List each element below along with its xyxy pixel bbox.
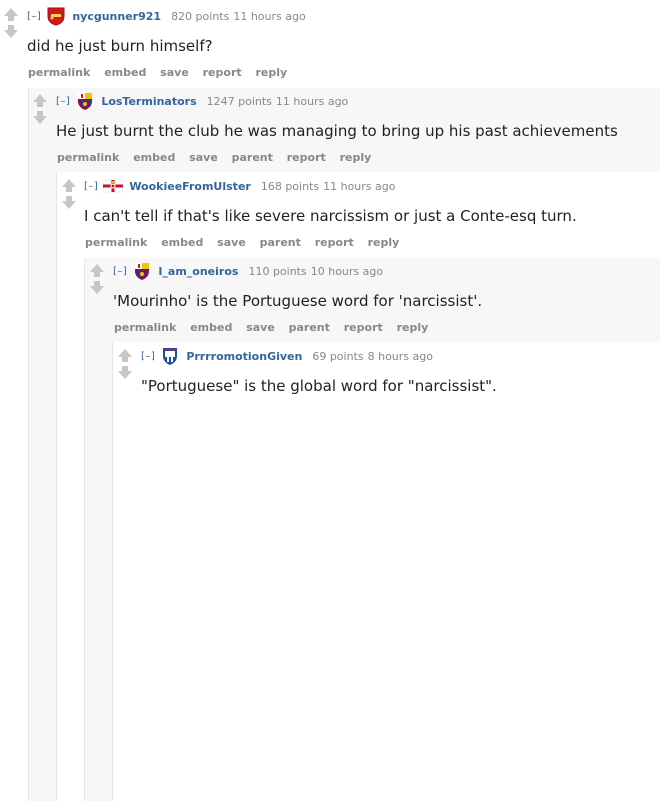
ipswich-crest-icon (163, 348, 178, 365)
timestamp: 10 hours ago (310, 264, 384, 278)
downvote-arrow-icon[interactable] (90, 281, 104, 294)
score: 820 points (171, 9, 230, 23)
comment-buttons: permalink embed save parent report reply (114, 321, 438, 334)
author-link[interactable]: PrrrromotionGiven (186, 350, 302, 363)
author-link[interactable]: nycgunner921 (72, 10, 161, 23)
comment-body: He just burnt the club he was managing t… (56, 122, 618, 140)
barcelona-crest-icon (78, 93, 93, 110)
upvote-arrow-icon[interactable] (90, 264, 104, 277)
comment-body: I can't tell if that's like severe narci… (84, 207, 577, 225)
score: 110 points (248, 264, 307, 278)
collapse-toggle[interactable]: [–] (141, 351, 155, 362)
save-button[interactable]: save (160, 66, 189, 79)
comment-body: "Portuguese" is the global word for "nar… (141, 377, 497, 395)
collapse-toggle[interactable]: [–] (56, 96, 70, 107)
save-button[interactable]: save (217, 236, 246, 249)
permalink-button[interactable]: permalink (57, 151, 119, 164)
upvote-arrow-icon[interactable] (4, 8, 18, 21)
upvote-arrow-icon[interactable] (33, 94, 47, 107)
score: 168 points (260, 179, 320, 193)
timestamp: 8 hours ago (367, 349, 433, 363)
save-button[interactable]: save (246, 321, 275, 334)
nest-level-4 (112, 342, 660, 801)
report-button[interactable]: report (287, 151, 326, 164)
report-button[interactable]: report (344, 321, 383, 334)
comment-buttons: permalink embed save parent report reply (85, 236, 409, 249)
collapse-toggle[interactable]: [–] (27, 11, 41, 22)
comment-body: did he just burn himself? (27, 37, 213, 55)
comment-tagline: [–] I_am_oneiros 110 points 10 hours ago (113, 261, 383, 281)
parent-button[interactable]: parent (289, 321, 330, 334)
comment-tagline: [–] nycgunner921 820 points 11 hours ago (27, 6, 306, 26)
score: 69 points (312, 349, 364, 363)
embed-button[interactable]: embed (161, 236, 203, 249)
embed-button[interactable]: embed (133, 151, 175, 164)
comment-tagline: [–] WookieeFromUlster 168 points 11 hour… (84, 176, 395, 196)
downvote-arrow-icon[interactable] (118, 366, 132, 379)
embed-button[interactable]: embed (190, 321, 232, 334)
downvote-arrow-icon[interactable] (4, 25, 18, 38)
comment-body: 'Mourinho' is the Portuguese word for 'n… (113, 292, 483, 310)
save-button[interactable]: save (189, 151, 218, 164)
comment-tagline: [–] PrrrromotionGiven 69 points 8 hours … (141, 346, 433, 366)
vote-arrows (4, 7, 18, 38)
collapse-toggle[interactable]: [–] (113, 266, 127, 277)
permalink-button[interactable]: permalink (28, 66, 90, 79)
author-link[interactable]: I_am_oneiros (158, 265, 238, 278)
permalink-button[interactable]: permalink (85, 236, 147, 249)
arsenal-crest-icon (47, 7, 65, 26)
downvote-arrow-icon[interactable] (33, 111, 47, 124)
upvote-arrow-icon[interactable] (62, 179, 76, 192)
embed-button[interactable]: embed (104, 66, 146, 79)
reply-button[interactable]: reply (368, 236, 400, 249)
reply-button[interactable]: reply (255, 66, 287, 79)
report-button[interactable]: report (315, 236, 354, 249)
timestamp: 11 hours ago (275, 94, 349, 108)
upvote-arrow-icon[interactable] (118, 349, 132, 362)
author-link[interactable]: WookieeFromUlster (129, 180, 251, 193)
collapse-toggle[interactable]: [–] (84, 181, 98, 192)
timestamp: 11 hours ago (323, 179, 396, 193)
parent-button[interactable]: parent (260, 236, 301, 249)
permalink-button[interactable]: permalink (114, 321, 176, 334)
comment-buttons: permalink embed save report reply (28, 66, 297, 79)
parent-button[interactable]: parent (232, 151, 273, 164)
vote-arrows (33, 93, 47, 124)
reply-button[interactable]: reply (397, 321, 429, 334)
report-button[interactable]: report (203, 66, 242, 79)
barcelona-crest-icon (135, 263, 150, 280)
vote-arrows (118, 348, 132, 379)
vote-arrows (62, 178, 76, 209)
score: 1247 points (206, 94, 272, 108)
timestamp: 11 hours ago (233, 9, 306, 23)
downvote-arrow-icon[interactable] (62, 196, 76, 209)
northern-ireland-flag-icon (103, 179, 124, 193)
comment-tagline: [–] LosTerminators 1247 points 11 hours … (56, 91, 348, 111)
comment-buttons: permalink embed save parent report reply (57, 151, 381, 164)
vote-arrows (90, 263, 104, 294)
reply-button[interactable]: reply (340, 151, 372, 164)
author-link[interactable]: LosTerminators (101, 95, 196, 108)
